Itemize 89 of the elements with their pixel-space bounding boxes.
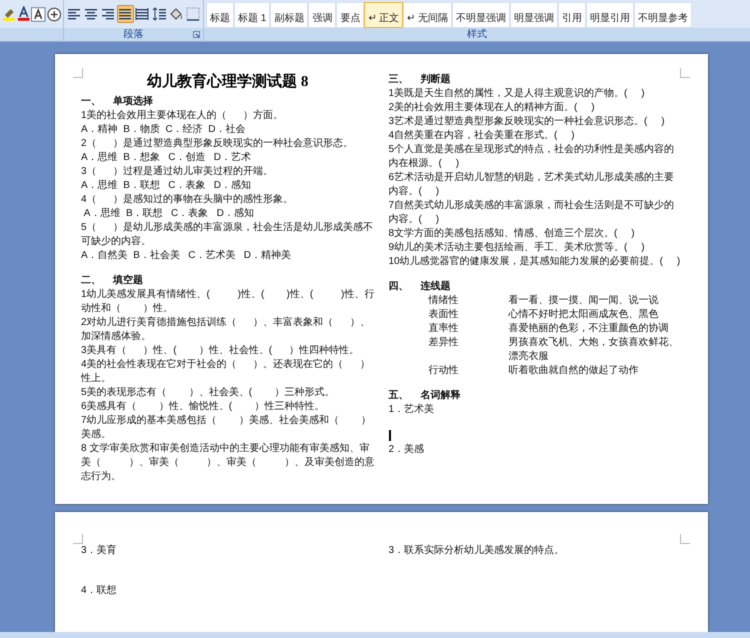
style-option[interactable]: 副标题 bbox=[270, 2, 308, 28]
question-text: 1．艺术美 bbox=[388, 403, 436, 417]
question-text: 5美的表现形态有（ ）、社会美、( ）三种形式。 bbox=[81, 386, 336, 400]
style-option[interactable]: ↵ 无间隔 bbox=[403, 2, 452, 28]
character-border-icon[interactable] bbox=[31, 6, 46, 22]
question-text: 4美的社会性表现在它对于社会的（ ）。还表现在它的（ ）性上。 bbox=[81, 358, 371, 386]
section-heading: 单项选择 bbox=[113, 94, 153, 109]
question-text: 6美感具有（ ）性、愉悦性、( ）性三种特性。 bbox=[81, 400, 326, 414]
question-text: 3（ ）过程是通过幼儿审美过程的开端。 bbox=[81, 165, 274, 179]
question-text: 1幼儿美感发展具有情绪性、( )性、( )性、( )性、行动性和（ ）性。 bbox=[81, 288, 374, 316]
dialog-launcher-icon[interactable] bbox=[193, 31, 200, 38]
question-text: 3艺术是通过塑造典型形象反映现实的一种社会意识形态。( ) bbox=[388, 115, 666, 129]
crop-mark-icon bbox=[73, 68, 83, 78]
crop-mark-icon bbox=[73, 534, 83, 544]
question-text: 4自然美重在内容，社会美重在形式。( ) bbox=[388, 129, 576, 143]
question-text: A．精神 B．物质 C．经济 D．社会 bbox=[81, 123, 246, 137]
line-spacing-icon bbox=[152, 7, 166, 21]
question-text: 2对幼儿进行美育德措施包括训练（ ）、丰富表象和（ ）、加深情感体验。 bbox=[81, 316, 371, 344]
align-left-icon bbox=[67, 7, 82, 21]
crop-mark-icon bbox=[680, 68, 690, 78]
question-text: 7幼儿应形成的基本美感包括（ ）美感、社会美感和（ ）美感。 bbox=[81, 414, 372, 442]
style-option[interactable]: 标题 1 bbox=[234, 2, 270, 28]
question-text: 2（ ）是通过塑造典型形象反映现实的一种社会意识形态。 bbox=[81, 137, 354, 151]
match-term: 表面性 bbox=[428, 308, 460, 322]
style-option[interactable]: 标题 bbox=[206, 2, 234, 28]
question-text: 7自然美式幼儿形成美感的丰富源泉，而社会生活则是不可缺少的内容。( ) bbox=[388, 199, 676, 227]
question-text: A．思维 B．联想 C．表象 D．感知 bbox=[81, 179, 252, 193]
distributed-align-icon bbox=[134, 7, 149, 21]
section-number: 三、 bbox=[388, 73, 410, 87]
style-option[interactable]: 引用 bbox=[558, 2, 586, 28]
question-text: 1美的社会效用主要体现在人的（ ）方面。 bbox=[81, 109, 284, 123]
style-option[interactable]: 强调 bbox=[308, 2, 336, 28]
question-text: 3．联系实际分析幼儿美感发展的特点。 bbox=[388, 544, 566, 558]
style-option[interactable]: 明显引用 bbox=[586, 2, 634, 28]
justify-button[interactable] bbox=[116, 5, 134, 23]
question-text: 6艺术活动是开启幼儿智慧的钥匙，艺术美式幼儿形成美感的主要内容。( ) bbox=[388, 171, 676, 199]
question-text: 8文学方面的美感包括感知、情感、创造三个层次。( ) bbox=[388, 227, 636, 241]
match-term: 行动性 bbox=[428, 364, 460, 378]
style-option[interactable]: 明显强调 bbox=[510, 2, 558, 28]
question-text: 4（ ）是感知过的事物在头脑中的感性形象。 bbox=[81, 193, 294, 207]
question-text: A．自然美 B．社会美 C．艺术美 D．精神美 bbox=[81, 249, 292, 263]
section-heading: 名词解释 bbox=[420, 388, 460, 403]
distributed-align-button[interactable] bbox=[134, 5, 150, 23]
style-option[interactable]: 不明显参考 bbox=[634, 2, 692, 28]
group-label: 段落 bbox=[124, 28, 144, 40]
question-text: 3．美育 bbox=[81, 544, 118, 558]
match-description: 听着歌曲就自然的做起了动作 bbox=[508, 364, 638, 378]
match-description: 喜爱艳丽的色彩，不注重颜色的协调 bbox=[508, 322, 668, 336]
document-title: 幼儿教育心理学测试题 8 bbox=[146, 72, 310, 92]
line-spacing-button[interactable] bbox=[150, 5, 168, 23]
question-text: 9幼儿的美术活动主要包括绘画、手工、美术欣赏等。( ) bbox=[388, 241, 646, 255]
style-option[interactable]: 要点 bbox=[336, 2, 364, 28]
style-option[interactable]: 不明显强调 bbox=[452, 2, 510, 28]
question-text: A．思维 B．想象 C．创造 D．艺术 bbox=[81, 151, 252, 165]
align-right-icon bbox=[101, 7, 116, 21]
match-term: 直率性 bbox=[428, 322, 460, 336]
question-text: 3美具有（ ）性、( ）性、社会性、( ）性四种特性。 bbox=[81, 344, 360, 358]
section-heading: 填空题 bbox=[113, 274, 143, 288]
section-number: 二、 bbox=[81, 274, 102, 288]
question-text: 10幼儿感觉器官的健康发展，是其感知能力发展的必要前提。( ) bbox=[388, 255, 682, 269]
match-description: 看一看、摸一摸、闻一闻、说一说 bbox=[508, 294, 658, 308]
section-heading: 判断题 bbox=[420, 72, 450, 87]
question-text: 1美既是天生自然的属性，又是人得主观意识的产物。( ) bbox=[388, 87, 646, 101]
match-description: 男孩喜欢飞机、大炮，女孩喜欢鲜花、漂亮衣服 bbox=[508, 336, 680, 364]
question-text: 2．美感 bbox=[388, 443, 426, 457]
borders-button[interactable] bbox=[184, 5, 201, 23]
highlighter-icon[interactable] bbox=[2, 6, 16, 22]
group-label: 样式 bbox=[467, 28, 487, 40]
match-term: 差异性 bbox=[428, 336, 460, 350]
question-text: A．思维 B．联想 C．表象 D．感知 bbox=[82, 207, 255, 221]
justify-icon bbox=[118, 7, 132, 21]
borders-icon bbox=[186, 7, 200, 21]
align-center-icon bbox=[84, 7, 98, 21]
question-text: 5个人直觉是美感在呈现形式的特点，社会的功利性是美感内容的内在根源。( ) bbox=[388, 143, 676, 171]
font-color-icon[interactable] bbox=[16, 6, 30, 22]
section-number: 一、 bbox=[81, 95, 102, 109]
style-option[interactable]: ↵ 正文 bbox=[364, 2, 404, 28]
question-text: 2美的社会效用主要体现在人的精神方面。( ) bbox=[388, 101, 596, 115]
match-description: 心情不好时把太阳画成灰色、黑色 bbox=[508, 308, 658, 322]
question-text: 8 文学审美欣赏和审美创造活动中的主要心理功能有审美感知、审美（ ）、审美（ ）、审美（ ）、及审美创造的意志行为。 bbox=[81, 442, 374, 484]
section-number: 五、 bbox=[388, 389, 410, 403]
question-text: 5（ ）是幼儿形成美感的丰富源泉，社会生活是幼儿形成美感不可缺少的内容。 bbox=[81, 221, 374, 249]
question-text: 4．联想 bbox=[81, 584, 118, 598]
match-term: 情绪性 bbox=[428, 294, 460, 308]
section-number: 四、 bbox=[388, 280, 410, 294]
paint-bucket-icon bbox=[168, 7, 183, 21]
section-heading: 连线题 bbox=[420, 280, 450, 294]
crop-mark-icon bbox=[680, 534, 690, 544]
enclosed-character-icon[interactable] bbox=[46, 6, 61, 22]
